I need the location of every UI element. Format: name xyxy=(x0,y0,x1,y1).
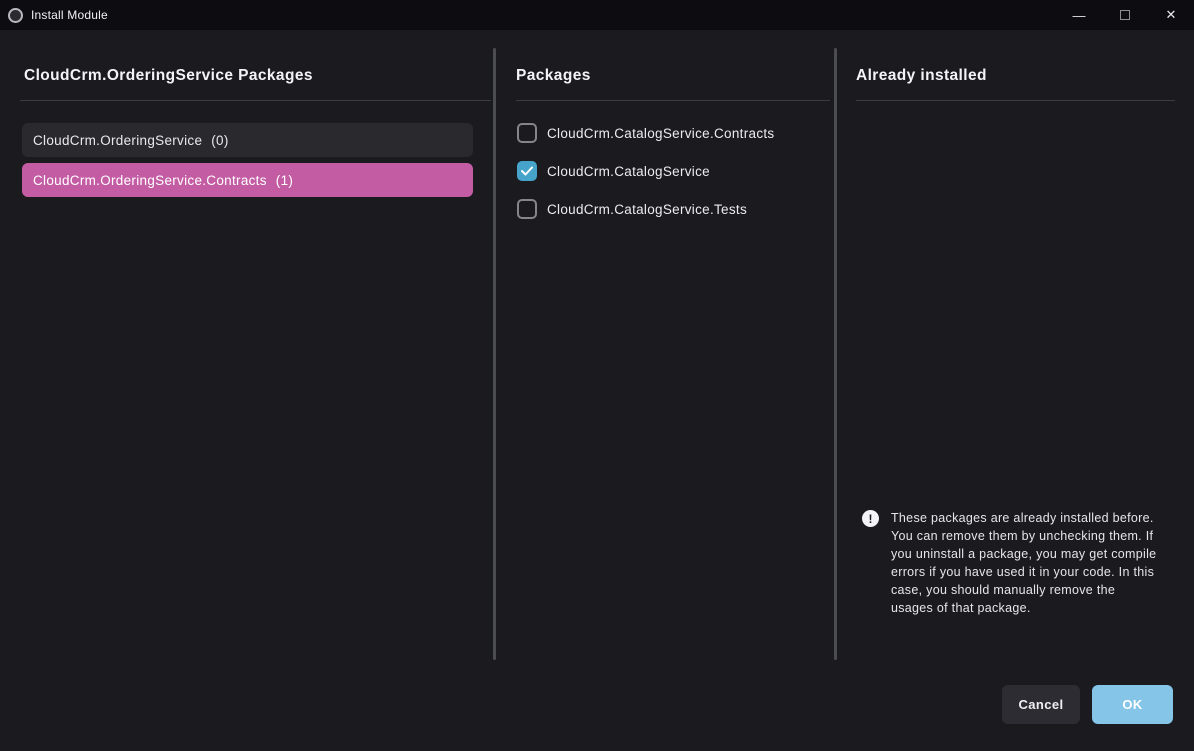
check-icon xyxy=(521,166,533,176)
titlebar: Install Module — ✕ xyxy=(0,0,1194,30)
minimize-button[interactable]: — xyxy=(1056,0,1102,30)
module-name: CloudCrm.OrderingService xyxy=(33,133,202,148)
module-list-item[interactable]: CloudCrm.OrderingService.Contracts (1) xyxy=(22,163,473,197)
module-count: (0) xyxy=(211,133,228,148)
close-button[interactable]: ✕ xyxy=(1148,0,1194,30)
package-row[interactable]: CloudCrm.CatalogService.Tests xyxy=(517,197,747,221)
ok-button[interactable]: OK xyxy=(1092,685,1173,724)
left-panel-header: CloudCrm.OrderingService Packages xyxy=(24,67,313,85)
window-controls: — ✕ xyxy=(1056,0,1194,30)
left-panel-divider xyxy=(20,100,491,101)
window-title: Install Module xyxy=(31,8,108,22)
installed-note-text: These packages are already installed bef… xyxy=(891,509,1158,617)
module-count: (1) xyxy=(276,173,293,188)
maximize-button[interactable] xyxy=(1102,0,1148,30)
info-icon: ! xyxy=(862,510,879,527)
packages-panel-divider xyxy=(516,100,830,101)
install-module-window: Install Module — ✕ CloudCrm.OrderingServ… xyxy=(0,0,1194,751)
installed-note: ! These packages are already installed b… xyxy=(862,509,1158,617)
titlebar-left: Install Module xyxy=(0,8,108,23)
package-row[interactable]: CloudCrm.CatalogService xyxy=(517,159,710,183)
checkbox[interactable] xyxy=(517,123,537,143)
vertical-divider-right xyxy=(834,48,837,660)
module-name: CloudCrm.OrderingService.Contracts xyxy=(33,173,267,188)
packages-panel-header: Packages xyxy=(516,67,591,85)
installed-panel-divider xyxy=(856,100,1175,101)
maximize-icon xyxy=(1120,10,1130,20)
package-row[interactable]: CloudCrm.CatalogService.Contracts xyxy=(517,121,774,145)
checkbox[interactable] xyxy=(517,161,537,181)
app-icon xyxy=(8,8,23,23)
package-label: CloudCrm.CatalogService.Tests xyxy=(547,202,747,217)
installed-panel-header: Already installed xyxy=(856,67,987,85)
checkbox[interactable] xyxy=(517,199,537,219)
package-label: CloudCrm.CatalogService.Contracts xyxy=(547,126,774,141)
module-list-item[interactable]: CloudCrm.OrderingService (0) xyxy=(22,123,473,157)
cancel-button[interactable]: Cancel xyxy=(1002,685,1080,724)
package-label: CloudCrm.CatalogService xyxy=(547,164,710,179)
vertical-divider-left xyxy=(493,48,496,660)
